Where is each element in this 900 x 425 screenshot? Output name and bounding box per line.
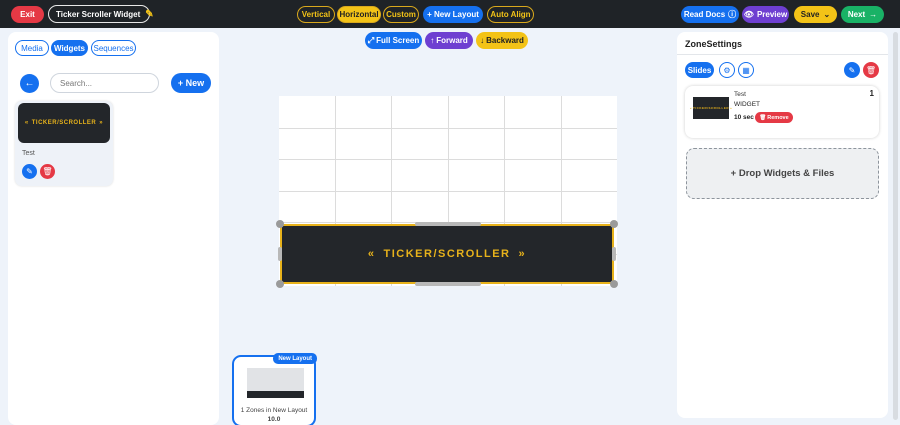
auto-align-button[interactable]: Auto Align <box>487 6 534 23</box>
mode-vertical-button[interactable]: Vertical <box>297 6 335 23</box>
chevron-down-icon: ⌄ <box>823 10 831 19</box>
zone-settings-panel: ZoneSettings Slides ⚙ ▦ ✎ 🗑 « TICKER/SCR… <box>677 32 888 418</box>
widget-name: Test <box>22 150 35 157</box>
preview-label: Preview <box>756 10 788 19</box>
chevrons-right-icon: » <box>518 248 527 260</box>
trash-icon: 🗑 <box>865 65 877 75</box>
arrow-right-icon: → <box>869 10 878 19</box>
edit-widget-button[interactable]: ✎ <box>22 164 37 179</box>
slide-ticker-text: « TICKER/SCROLLER » <box>690 106 732 110</box>
slide-thumbnail: « TICKER/SCROLLER » <box>690 97 732 119</box>
ticker-thumb-text: « TICKER/SCROLLER » <box>25 120 103 126</box>
backward-label: Backward <box>486 36 524 45</box>
widget-title: Ticker Scroller Widget <box>56 9 141 19</box>
new-layout-badge: New Layout <box>273 353 317 364</box>
chevrons-left-icon: « <box>689 106 692 110</box>
chevrons-left-icon: « <box>367 248 376 260</box>
divider <box>677 54 888 55</box>
slide-item[interactable]: « TICKER/SCROLLER » Test WIDGET 10 sec 🗑… <box>685 86 879 138</box>
forward-label: Forward <box>436 36 468 45</box>
info-icon: ⓘ <box>728 10 737 19</box>
new-widget-button[interactable]: + New <box>171 73 211 93</box>
layout-thumb-zone <box>247 391 304 398</box>
slide-thumb-label: TICKER/SCROLLER <box>693 106 729 110</box>
resize-handle-top[interactable] <box>415 222 481 226</box>
delete-widget-button[interactable]: 🗑 <box>40 164 55 179</box>
tab-sequences[interactable]: Sequences <box>91 40 136 56</box>
pencil-icon: ✎ <box>26 167 33 176</box>
search-input[interactable] <box>50 73 159 93</box>
chevrons-right-icon: » <box>730 106 733 110</box>
next-label: Next <box>847 10 866 19</box>
resize-handle-top-left[interactable] <box>276 220 284 228</box>
scrollbar[interactable] <box>893 32 898 420</box>
widget-thumbnail: « TICKER/SCROLLER » <box>18 103 110 143</box>
gear-icon[interactable]: ⚙ <box>719 62 735 78</box>
new-layout-button[interactable]: + New Layout <box>423 6 483 23</box>
save-label: Save <box>800 10 820 19</box>
grid-line <box>279 128 617 129</box>
tab-slides[interactable]: Slides <box>685 62 714 78</box>
ticker-label: TICKER/SCROLLER <box>31 120 97 126</box>
layout-card[interactable]: New Layout 1 Zones in New Layout 10.0 <box>232 353 317 425</box>
back-button[interactable]: ← <box>20 74 39 93</box>
slide-duration: 10 sec <box>734 114 754 121</box>
chevrons-left-icon: « <box>24 120 29 126</box>
widget-card[interactable]: « TICKER/SCROLLER » Test ✎ 🗑 <box>15 101 113 186</box>
chevrons-right-icon: » <box>99 120 104 126</box>
calendar-icon[interactable]: ▦ <box>738 62 754 78</box>
grid-line <box>279 159 617 160</box>
expand-icon: ⤢ <box>367 35 375 45</box>
arrow-down-icon: ↓ <box>480 36 485 45</box>
resize-handle-top-right[interactable] <box>610 220 618 228</box>
preview-button[interactable]: 👁 Preview <box>742 6 789 23</box>
arrow-left-icon: ← <box>24 78 35 89</box>
slide-index: 1 <box>869 89 874 98</box>
pencil-icon[interactable]: ✎ <box>145 9 153 20</box>
remove-slide-button[interactable]: 🗑 Remove <box>755 112 793 123</box>
mode-horizontal-button[interactable]: Horizontal <box>337 6 381 23</box>
resize-handle-left[interactable] <box>278 247 282 261</box>
full-screen-label: Full Screen <box>376 36 420 45</box>
save-button[interactable]: Save ⌄ <box>794 6 837 23</box>
widget-title-pill[interactable]: Ticker Scroller Widget ✎ <box>48 5 154 23</box>
remove-label: Remove <box>767 114 789 121</box>
top-bar: Exit Ticker Scroller Widget ✎ Vertical H… <box>0 0 900 28</box>
trash-icon: 🗑 <box>759 114 767 121</box>
left-panel: Media Widgets Sequences ← + New « TICKER… <box>8 32 219 425</box>
zone-ticker-text: « TICKER/SCROLLER » <box>368 248 526 260</box>
trash-icon: 🗑 <box>42 167 53 176</box>
read-docs-label: Read Docs <box>683 10 726 19</box>
tab-media[interactable]: Media <box>15 40 49 56</box>
backward-button[interactable]: ↓ Backward <box>476 32 528 49</box>
layout-thumbnail <box>247 368 304 398</box>
arrow-up-icon: ↑ <box>430 36 435 45</box>
zone-label: TICKER/SCROLLER <box>383 248 511 260</box>
slide-type: WIDGET <box>734 101 760 108</box>
resize-handle-bottom[interactable] <box>415 282 481 286</box>
layout-duration: 10.0 <box>267 416 281 423</box>
slide-name: Test <box>734 91 746 98</box>
delete-zone-button[interactable]: 🗑 <box>863 62 879 78</box>
mode-custom-button[interactable]: Custom <box>383 6 419 23</box>
panel-title: ZoneSettings <box>685 39 743 49</box>
layout-caption: 1 Zones in New Layout <box>240 407 308 414</box>
eye-icon: 👁 <box>743 10 754 19</box>
exit-button[interactable]: Exit <box>11 6 44 23</box>
edit-zone-button[interactable]: ✎ <box>844 62 860 78</box>
resize-handle-right[interactable] <box>612 247 616 261</box>
grid-line <box>279 191 617 192</box>
drop-zone[interactable]: + Drop Widgets & Files <box>686 148 879 199</box>
forward-button[interactable]: ↑ Forward <box>425 32 473 49</box>
ticker-zone[interactable]: « TICKER/SCROLLER » <box>280 224 614 284</box>
resize-handle-bottom-right[interactable] <box>610 280 618 288</box>
tab-widgets[interactable]: Widgets <box>51 40 88 56</box>
full-screen-button[interactable]: ⤢ Full Screen <box>365 32 422 49</box>
next-button[interactable]: Next → <box>841 6 884 23</box>
read-docs-button[interactable]: Read Docs ⓘ <box>681 6 739 23</box>
resize-handle-bottom-left[interactable] <box>276 280 284 288</box>
pencil-icon: ✎ <box>848 65 856 75</box>
